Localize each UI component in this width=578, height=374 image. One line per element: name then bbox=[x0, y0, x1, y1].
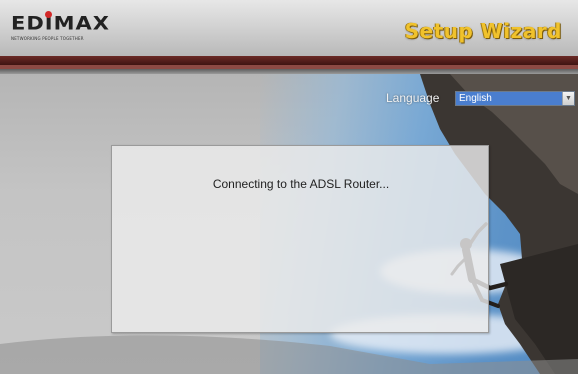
language-select[interactable]: English ▼ bbox=[455, 91, 575, 106]
brand-name: EDIMAX bbox=[11, 12, 110, 34]
connection-status-text: Connecting to the ADSL Router... bbox=[212, 177, 390, 191]
setup-wizard-window: EDIMAX NETWORKING PEOPLE TOGETHER Setup … bbox=[0, 0, 578, 374]
edimax-logo: EDIMAX NETWORKING PEOPLE TOGETHER bbox=[11, 11, 121, 48]
header-bar: EDIMAX NETWORKING PEOPLE TOGETHER Setup … bbox=[0, 0, 578, 56]
chevron-down-icon[interactable]: ▼ bbox=[562, 92, 574, 105]
language-selected-value: English bbox=[459, 93, 492, 104]
language-label: Language bbox=[386, 91, 440, 105]
page-title: Setup Wizard bbox=[404, 19, 562, 43]
brand-tagline: NETWORKING PEOPLE TOGETHER bbox=[11, 36, 84, 41]
header-divider bbox=[0, 56, 578, 65]
status-dialog: Connecting to the ADSL Router... bbox=[111, 145, 489, 333]
logo-dot-icon bbox=[45, 11, 52, 18]
